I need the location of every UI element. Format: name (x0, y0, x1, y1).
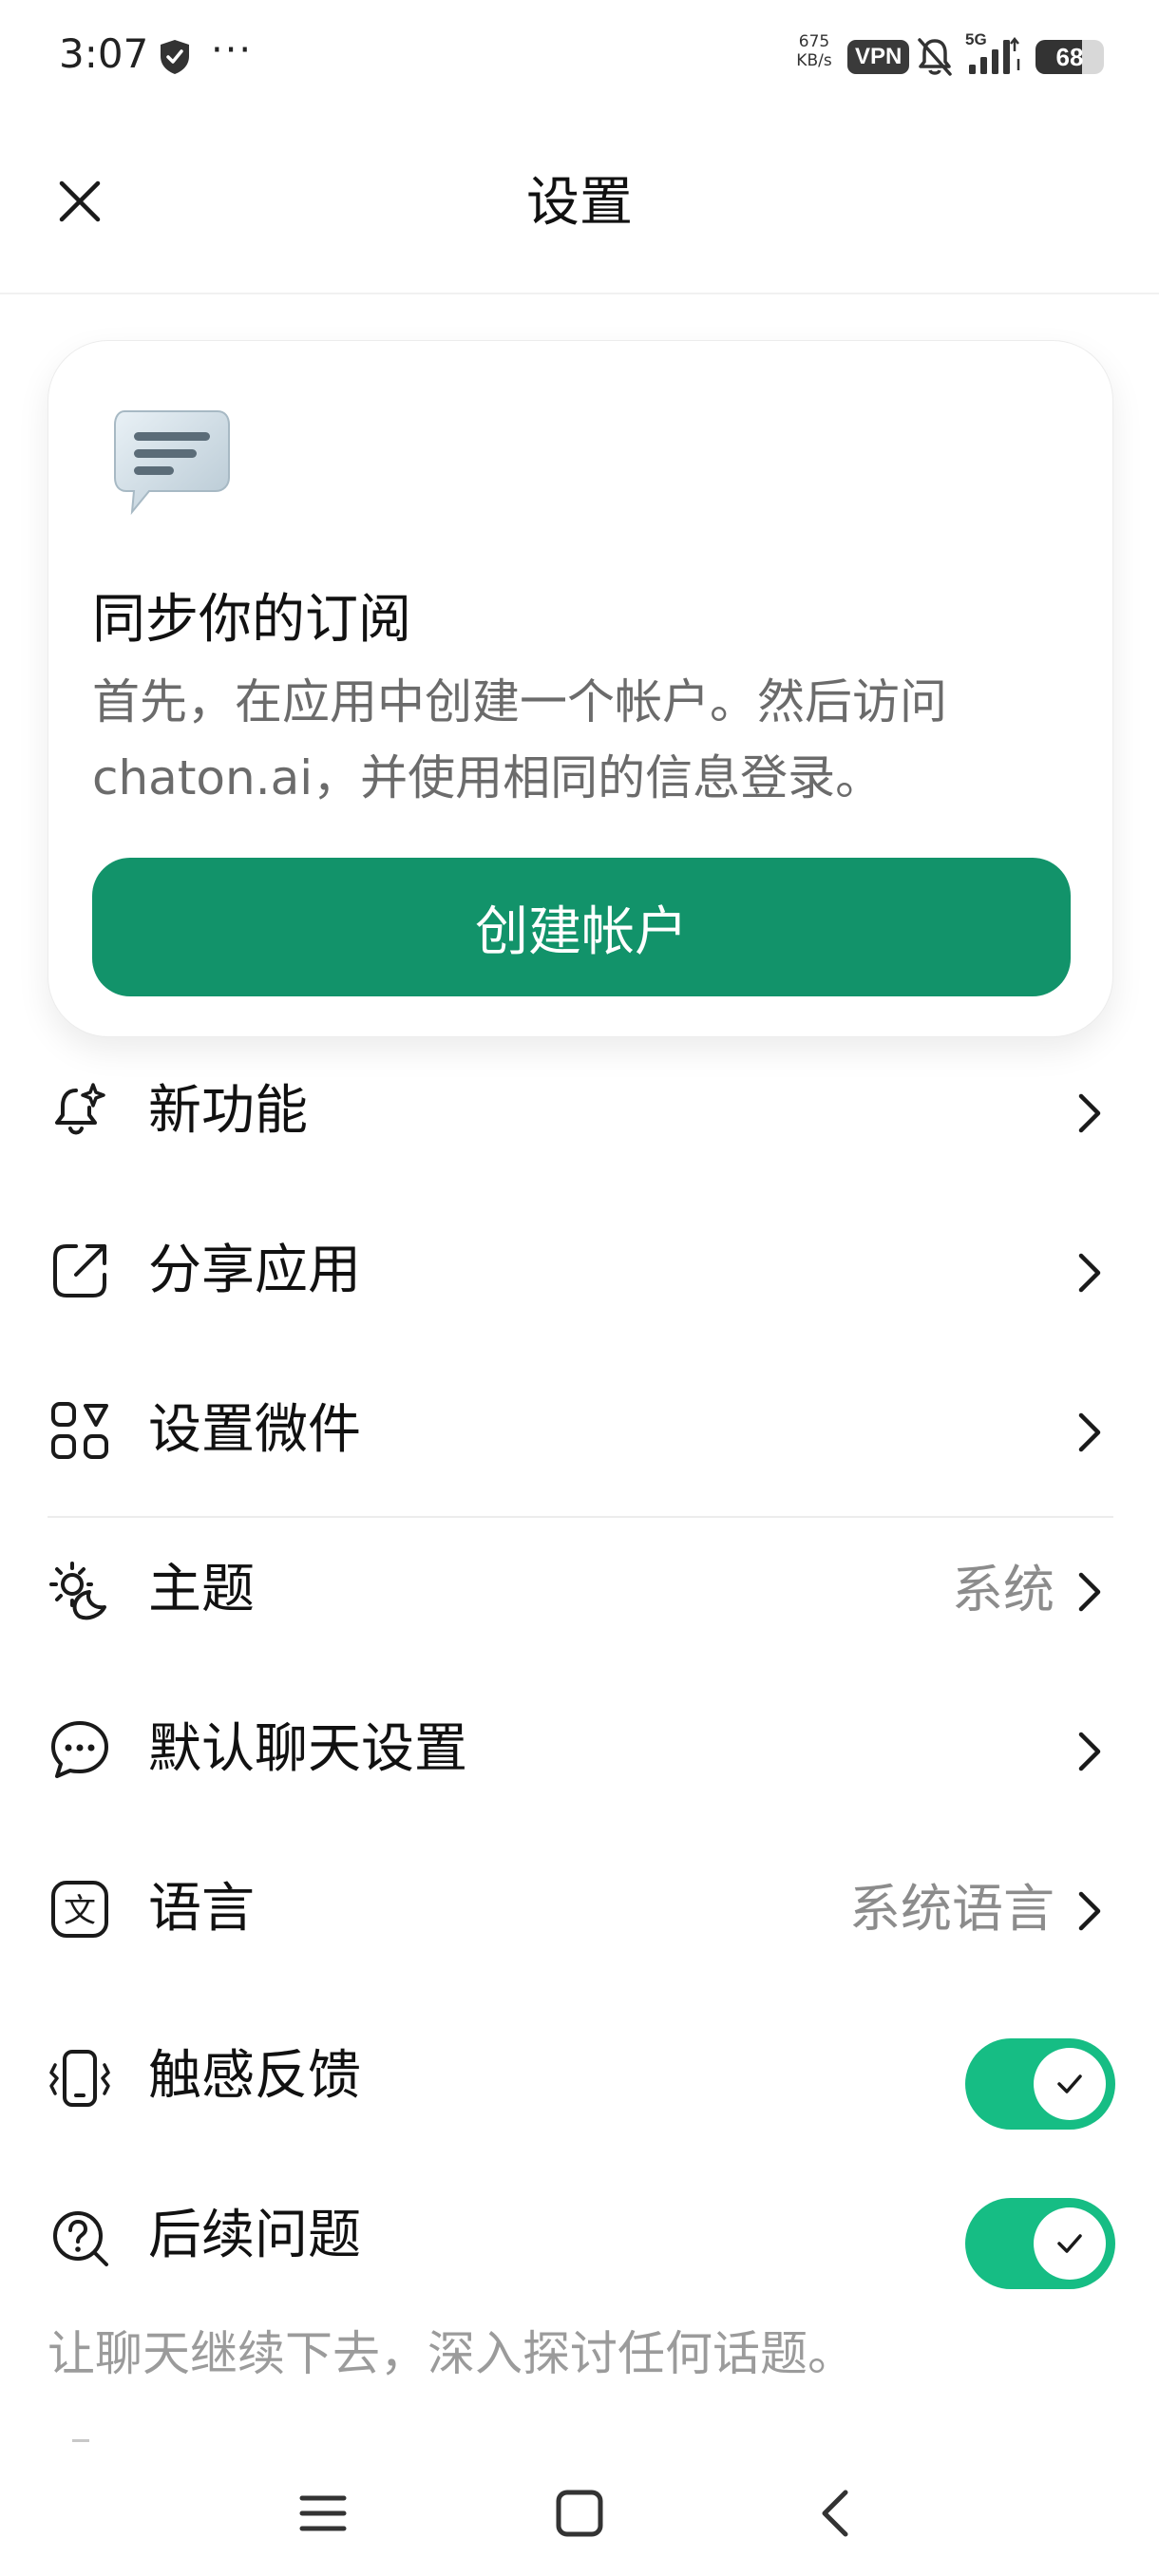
more-notifications-icon: ··· (211, 28, 254, 72)
haptic-feedback-toggle[interactable] (965, 2038, 1115, 2130)
bell-muted-icon (918, 38, 952, 76)
vibrate-icon (49, 2050, 110, 2107)
toggle-knob (1034, 2207, 1106, 2280)
menu-item-follow-up-questions: 后续问题 (0, 2162, 1159, 2314)
home-button[interactable] (543, 2477, 616, 2549)
menu-item-label: 默认聊天设置 (148, 1718, 467, 1780)
svg-text:文: 文 (64, 1892, 96, 1930)
toggle-knob (1034, 2048, 1106, 2120)
signal-bars-icon (969, 36, 1020, 74)
follow-up-questions-description: 让聊天继续下去，深入探讨任何话题。 (48, 2326, 855, 2381)
card-description: 首先，在应用中创建一个帐户。然后访问chaton.ai，并使用相同的信息登录。 (92, 674, 947, 805)
list-divider (48, 1516, 1113, 1518)
menu-item-share-app[interactable]: 分享应用 (0, 1204, 1159, 1337)
recent-apps-button[interactable] (287, 2477, 359, 2549)
follow-up-questions-toggle[interactable] (965, 2198, 1115, 2289)
menu-icon (299, 2495, 347, 2531)
home-square-icon (556, 2490, 603, 2537)
menu-item-theme[interactable]: 主题 系统 (0, 1524, 1159, 1657)
menu-item-widgets[interactable]: 设置微件 (0, 1364, 1159, 1497)
check-icon (1057, 2234, 1082, 2253)
menu-item-label: 新功能 (148, 1080, 308, 1142)
header-divider (0, 293, 1159, 294)
menu-item-haptic-feedback: 触感反馈 (0, 2002, 1159, 2154)
menu-item-label: 主题 (148, 1559, 255, 1620)
vpn-badge: VPN (847, 40, 910, 74)
menu-item-label: 触感反馈 (148, 2045, 361, 2107)
back-chevron-icon (822, 2490, 848, 2537)
chat-dots-icon (51, 1721, 108, 1778)
menu-item-label: 分享应用 (148, 1240, 361, 1301)
chevron-right-icon (1078, 1891, 1101, 1931)
widgets-icon (51, 1402, 108, 1459)
share-external-icon (53, 1244, 106, 1297)
settings-screen: 3:07 ··· 675 KB/s VPN 5G 68 设置 同步你的订阅 首先… (0, 0, 1159, 2576)
system-nav-bar (0, 2451, 1159, 2576)
menu-item-new-features[interactable]: 新功能 (0, 1045, 1159, 1178)
theme-value: 系统 (952, 1560, 1054, 1619)
battery-indicator: 68 (1036, 40, 1104, 74)
chat-bubble-icon (114, 410, 230, 516)
network-speed: 675 KB/s (790, 32, 838, 70)
menu-item-label: 后续问题 (148, 2205, 361, 2266)
network-speed-value: 675 (798, 32, 830, 51)
menu-item-default-chat-settings[interactable]: 默认聊天设置 (0, 1683, 1159, 1816)
question-circle-icon (53, 2211, 108, 2266)
page-title: 设置 (526, 172, 633, 234)
create-account-button[interactable]: 创建帐户 (92, 858, 1071, 996)
sync-subscription-card: 同步你的订阅 首先，在应用中创建一个帐户。然后访问chaton.ai，并使用相同… (48, 340, 1113, 1037)
chevron-right-icon (1078, 1093, 1101, 1133)
chevron-right-icon (1078, 1572, 1101, 1612)
chevron-right-icon (1078, 1732, 1101, 1771)
bell-sparkle-icon (55, 1083, 105, 1135)
status-time: 3:07 (59, 30, 149, 77)
menu-item-label: 语言 (148, 1878, 255, 1940)
chevron-right-icon (1078, 1412, 1101, 1452)
network-speed-unit: KB/s (796, 51, 832, 70)
menu-item-language[interactable]: 文 语言 系统语言 (0, 1843, 1159, 1976)
card-title: 同步你的订阅 (92, 589, 411, 651)
back-button[interactable] (800, 2477, 872, 2549)
battery-level: 68 (1055, 43, 1084, 71)
app-header: 设置 (0, 142, 1159, 266)
scroll-peek (72, 2439, 89, 2442)
chevron-right-icon (1078, 1253, 1101, 1293)
status-bar: 3:07 ··· 675 KB/s VPN 5G 68 (0, 0, 1159, 114)
language-icon: 文 (51, 1881, 108, 1938)
sun-moon-icon (49, 1562, 106, 1620)
language-value: 系统语言 (849, 1879, 1054, 1939)
check-icon (1057, 2074, 1082, 2093)
shield-check-icon (161, 40, 189, 74)
menu-item-label: 设置微件 (148, 1399, 361, 1461)
